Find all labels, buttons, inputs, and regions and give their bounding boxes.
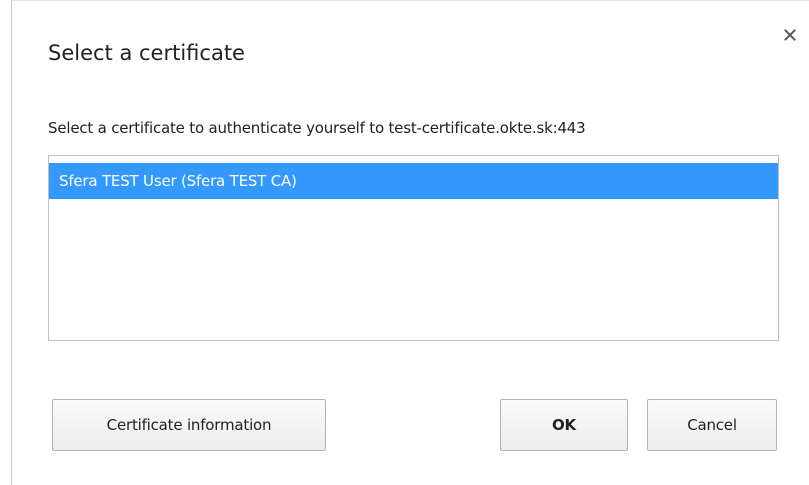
certificate-dialog: Select a certificate Select a certificat… (0, 0, 809, 485)
dialog-border (11, 0, 12, 485)
certificate-list[interactable]: Sfera TEST User (Sfera TEST CA) (48, 155, 779, 341)
certificate-information-button[interactable]: Certificate information (52, 399, 326, 451)
cancel-button[interactable]: Cancel (647, 399, 777, 451)
ok-button[interactable]: OK (500, 399, 628, 451)
certificate-list-item[interactable]: Sfera TEST User (Sfera TEST CA) (49, 163, 778, 199)
close-icon[interactable] (784, 29, 796, 41)
close-button[interactable] (774, 22, 806, 48)
dialog-title: Select a certificate (48, 41, 245, 65)
dialog-border-top (11, 0, 809, 1)
dialog-prompt: Select a certificate to authenticate you… (48, 119, 586, 137)
